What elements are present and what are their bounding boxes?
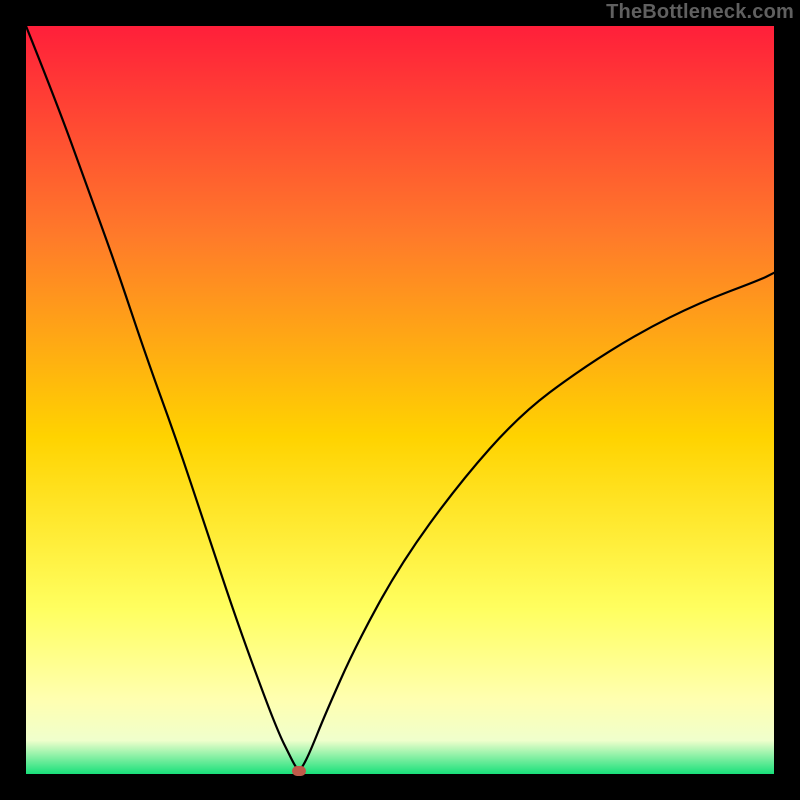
bottleneck-curve [26,26,774,774]
chart-stage: TheBottleneck.com [0,0,800,800]
notch-marker [292,766,306,776]
watermark-label: TheBottleneck.com [606,1,794,24]
plot-area [26,26,774,774]
